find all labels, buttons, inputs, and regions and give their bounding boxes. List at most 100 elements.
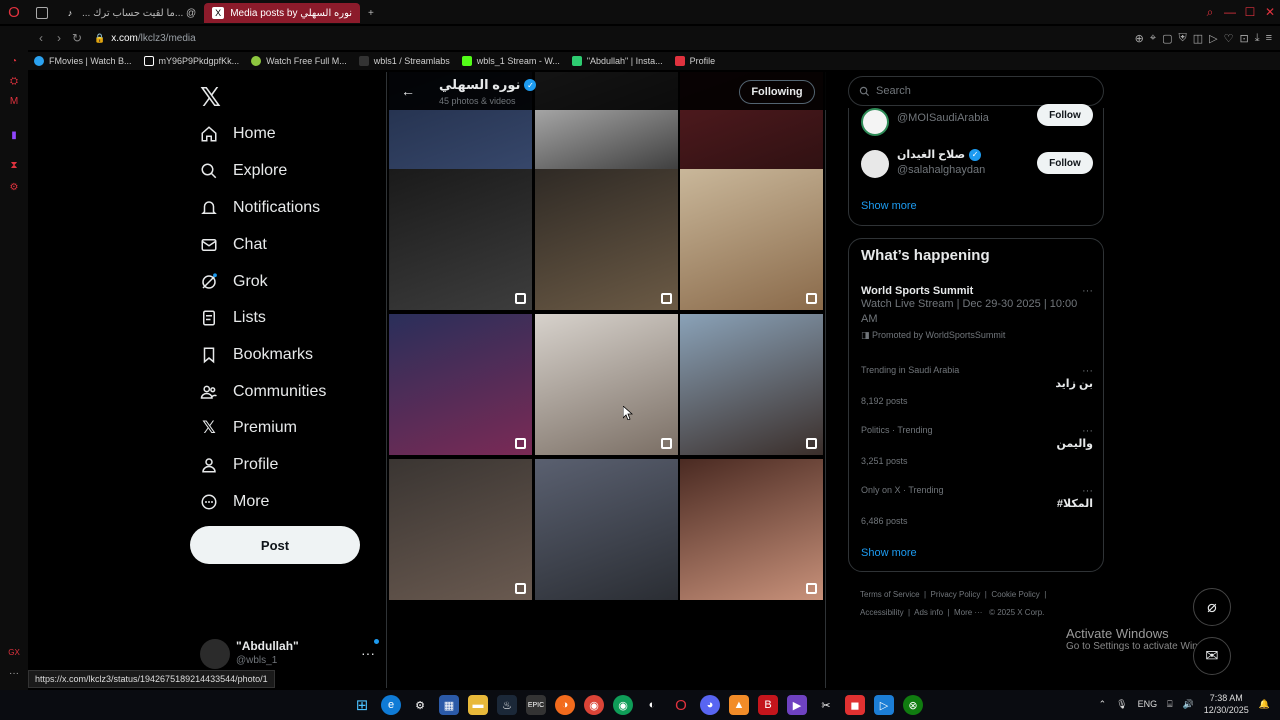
grok-fab-button[interactable]: ⌀ — [1193, 588, 1231, 626]
nav-notifications[interactable]: Notifications — [200, 194, 320, 222]
back-icon[interactable]: ‹ — [32, 31, 50, 45]
app-icon[interactable]: ▶ — [787, 695, 807, 715]
epic-games-icon[interactable]: EPIC — [526, 695, 546, 715]
footer-link[interactable]: Accessibility — [860, 608, 904, 617]
tab-tiktok[interactable]: ♪ ... ما لقيت حساب ترك... @ — [56, 3, 204, 23]
chrome-icon[interactable]: ◉ — [613, 695, 633, 715]
zoom-icon[interactable]: ⊕ — [1135, 32, 1144, 45]
store-icon[interactable]: ▦ — [439, 695, 459, 715]
clock[interactable]: 7:38 AM 12/30/2025 — [1204, 692, 1249, 716]
discord-icon[interactable]: ◕ — [700, 695, 720, 715]
folder-icon[interactable]: ▬ — [468, 695, 488, 715]
post-button[interactable]: Post — [190, 526, 360, 564]
xbox-icon[interactable]: ⊗ — [903, 695, 923, 715]
app-icon[interactable]: ◼ — [845, 695, 865, 715]
forward-icon[interactable]: › — [50, 31, 68, 45]
edge-icon[interactable]: e — [381, 695, 401, 715]
nav-bookmarks[interactable]: Bookmarks — [200, 341, 313, 369]
bookmark-item[interactable]: Profile — [674, 56, 715, 66]
account-switcher[interactable]: "Abdullah" @wbls_1 ··· — [200, 637, 379, 671]
capcut-icon[interactable]: ✂ — [816, 695, 836, 715]
x-logo-icon[interactable]: 𝕏 — [200, 82, 221, 113]
steam-icon[interactable]: ♨ — [497, 695, 517, 715]
send-icon[interactable]: ▷ — [1209, 32, 1217, 45]
nav-lists[interactable]: Lists — [200, 304, 266, 332]
wallet-icon[interactable]: ⊡ — [1239, 32, 1248, 45]
footer-link[interactable]: Cookie Policy — [991, 590, 1039, 599]
windows-start-icon[interactable]: ⊞ — [352, 695, 372, 715]
minimize-icon[interactable]: — — [1220, 5, 1240, 19]
network-icon[interactable]: ⌸ — [1167, 699, 1172, 710]
settings-icon[interactable]: ⚙ — [410, 695, 430, 715]
tab-workspaces[interactable] — [28, 3, 56, 23]
bookmark-item[interactable]: wbls1 / Streamlabs — [358, 56, 450, 66]
nav-premium[interactable]: 𝕏 Premium — [200, 414, 297, 442]
following-button[interactable]: Following — [739, 80, 815, 104]
footer-link[interactable]: Privacy Policy — [931, 590, 981, 599]
app-icon[interactable]: B — [758, 695, 778, 715]
gx-icon[interactable]: GX — [8, 648, 20, 660]
bookmark-item[interactable]: "Abdullah" | Insta... — [571, 56, 663, 66]
shield-icon[interactable]: ⛨ — [1178, 32, 1186, 45]
bookmark-item[interactable]: Watch Free Full M... — [251, 56, 347, 66]
opera-logo-icon[interactable]: O — [0, 0, 28, 24]
footer-link[interactable]: Ads info — [914, 608, 943, 617]
opera-icon[interactable]: O — [671, 695, 691, 715]
search-icon[interactable]: ⌕ — [1200, 5, 1220, 20]
trend-item[interactable]: Trending in Saudi Arabia ··· بن زايد 8,1… — [861, 365, 1093, 406]
app-icon[interactable]: ▷ — [874, 695, 894, 715]
follow-suggestion[interactable]: @MOISaudiArabia Follow — [861, 104, 1093, 142]
back-arrow-icon[interactable]: ← — [401, 83, 415, 99]
search-input[interactable]: Search — [848, 76, 1104, 106]
follow-suggestion[interactable]: صلاح الغيدان ✓ @salahalghaydan Follow — [861, 148, 1093, 184]
show-more-link[interactable]: Show more — [861, 200, 917, 212]
nav-profile[interactable]: Profile — [200, 451, 278, 479]
follow-button[interactable]: Follow — [1037, 152, 1093, 174]
trend-item[interactable]: Politics · Trending ··· واليمن 3,251 pos… — [861, 425, 1093, 466]
chevron-up-icon[interactable]: ⌃ — [1099, 699, 1107, 710]
bookmark-item[interactable]: FMovies | Watch B... — [34, 56, 132, 66]
twitch-icon[interactable]: ▮ — [8, 130, 20, 142]
reload-icon[interactable]: ↻ — [68, 31, 86, 45]
maximize-icon[interactable]: ☐ — [1240, 5, 1260, 19]
mail-icon[interactable]: M — [8, 96, 20, 108]
more-icon[interactable]: ··· — [8, 668, 20, 680]
extension-icon[interactable]: ⛭ — [8, 76, 20, 88]
media-tile[interactable] — [535, 169, 678, 310]
aria-icon[interactable]: ◔ — [8, 56, 20, 68]
download-icon[interactable]: ⤓ — [1255, 32, 1260, 45]
pin-icon[interactable]: ⌖ — [1150, 32, 1156, 45]
menu-icon[interactable]: ≡ — [1266, 32, 1272, 44]
notification-bell-icon[interactable]: 🔔 — [1259, 699, 1270, 710]
snapshot-icon[interactable]: ▢ — [1162, 32, 1172, 45]
url-field[interactable]: 🔒 x.com/lkclz3/media — [94, 33, 196, 44]
tab-x-media[interactable]: X Media posts by نوره السهلي — [204, 3, 361, 23]
more-icon[interactable]: ··· — [1082, 365, 1093, 377]
nav-more[interactable]: More — [200, 488, 269, 516]
promoted-trend[interactable]: World Sports Summit ··· Watch Live Strea… — [861, 285, 1093, 341]
media-tile[interactable] — [535, 459, 678, 600]
chrome-icon[interactable]: ◉ — [584, 695, 604, 715]
settings-icon[interactable]: ⚙ — [8, 182, 20, 194]
nav-chat[interactable]: Chat — [200, 231, 267, 259]
media-tile[interactable] — [680, 459, 823, 600]
new-tab-button[interactable]: + — [360, 3, 382, 23]
app-icon[interactable]: ◐ — [642, 695, 662, 715]
language-indicator[interactable]: ENG — [1138, 699, 1158, 709]
nav-home[interactable]: Home — [200, 120, 276, 148]
show-more-link[interactable]: Show more — [861, 547, 917, 559]
media-tile[interactable] — [680, 314, 823, 455]
more-icon[interactable]: ··· — [1082, 285, 1093, 297]
more-icon[interactable]: ··· — [1082, 425, 1093, 437]
bookmark-item[interactable]: wbls_1 Stream - W... — [461, 56, 560, 66]
nav-grok[interactable]: Grok — [200, 268, 268, 296]
app-icon[interactable]: ▲ — [729, 695, 749, 715]
pocket-icon[interactable]: ◫ — [1193, 32, 1203, 45]
nav-explore[interactable]: Explore — [200, 157, 287, 185]
history-icon[interactable]: ⧗ — [8, 160, 20, 172]
media-tile[interactable] — [389, 459, 532, 600]
footer-link[interactable]: More ··· — [954, 608, 982, 617]
media-tile[interactable] — [680, 169, 823, 310]
follow-button[interactable]: Follow — [1037, 104, 1093, 126]
messages-fab-button[interactable]: ✉ — [1193, 637, 1231, 675]
